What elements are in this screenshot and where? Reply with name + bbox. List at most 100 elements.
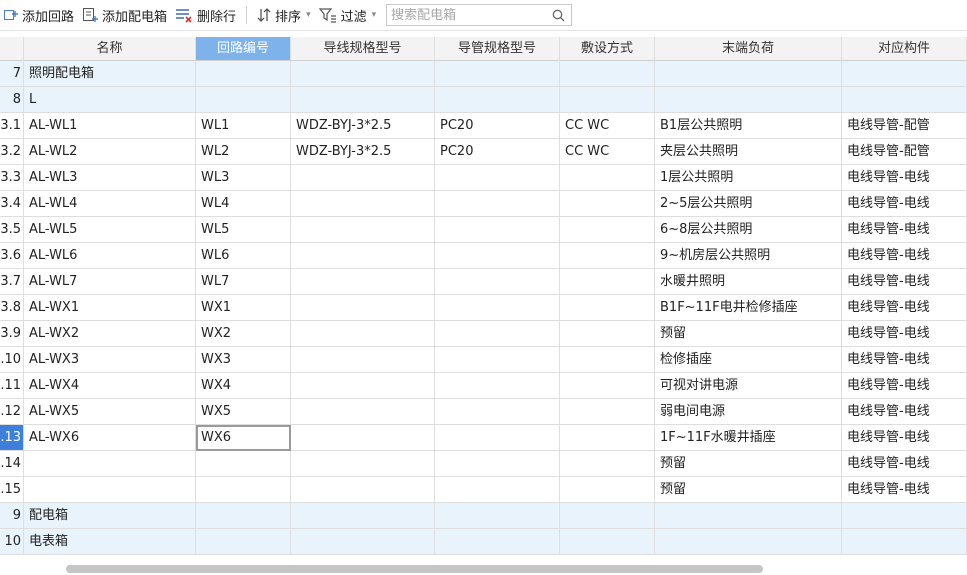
end-load-cell[interactable] [655,503,842,529]
component-cell[interactable]: 电线导管-电线 [842,399,967,425]
row-index[interactable]: .10 [0,347,24,373]
name-cell[interactable]: AL-WL1 [24,113,196,139]
row-index[interactable]: 3.8 [0,295,24,321]
column-header-end-load[interactable]: 末端负荷 [655,37,842,61]
component-cell[interactable]: 电线导管-电线 [842,191,967,217]
row-index[interactable]: .13 [0,425,24,451]
horizontal-scrollbar[interactable] [66,565,763,573]
conduit-spec-cell[interactable]: PC20 [435,139,560,165]
component-cell[interactable]: 电线导管-电线 [842,451,967,477]
delete-row-button[interactable]: 删除行 [171,3,240,27]
laying-cell[interactable]: CC WC [560,113,655,139]
add-circuit-button[interactable]: 添加回路 [0,3,78,27]
name-cell[interactable]: AL-WL5 [24,217,196,243]
laying-cell[interactable] [560,191,655,217]
component-cell[interactable] [842,503,967,529]
component-cell[interactable]: 电线导管-电线 [842,295,967,321]
conduit-spec-cell[interactable] [435,425,560,451]
wire-spec-cell[interactable] [291,321,435,347]
end-load-cell[interactable]: 弱电间电源 [655,399,842,425]
conduit-spec-cell[interactable] [435,451,560,477]
add-box-button[interactable]: 添加配电箱 [78,3,171,27]
group-row[interactable]: 7 照明配电箱 [0,61,967,87]
end-load-cell[interactable]: 预留 [655,451,842,477]
end-load-cell[interactable]: 9~机房层公共照明 [655,243,842,269]
circuit-no-cell[interactable]: WX6 [196,425,291,451]
laying-cell[interactable] [560,295,655,321]
row-index[interactable]: .14 [0,451,24,477]
group-row[interactable]: 8L [0,87,967,113]
name-cell[interactable]: 配电箱 [24,503,196,529]
row-index[interactable]: 3.7 [0,269,24,295]
wire-spec-cell[interactable] [291,503,435,529]
wire-spec-cell[interactable] [291,529,435,555]
filter-button[interactable]: 过滤 ▾ [315,3,381,27]
end-load-cell[interactable]: 检修插座 [655,347,842,373]
row-index[interactable]: .15 [0,477,24,503]
circuit-no-cell[interactable] [196,87,291,113]
table-row[interactable]: 3.1 AL-WL1 WL1 WDZ-BYJ-3*2.5 PC20 CC WC B1层公共照… [0,113,967,139]
laying-cell[interactable] [560,373,655,399]
laying-cell[interactable] [560,269,655,295]
conduit-spec-cell[interactable] [435,503,560,529]
circuit-no-cell[interactable] [196,477,291,503]
wire-spec-cell[interactable] [291,295,435,321]
component-cell[interactable]: 电线导管-电线 [842,269,967,295]
table-row[interactable]: 3.4 AL-WL4 WL4 2~5层公共照明 电线导管-电线 [0,191,967,217]
sort-button[interactable]: 排序 ▾ [253,3,315,27]
sort-dropdown-icon[interactable]: ▾ [306,10,311,20]
row-index[interactable]: 3.3 [0,165,24,191]
wire-spec-cell[interactable] [291,347,435,373]
wire-spec-cell[interactable] [291,61,435,87]
circuit-no-cell[interactable] [196,61,291,87]
end-load-cell[interactable]: 预留 [655,477,842,503]
wire-spec-cell[interactable] [291,451,435,477]
table-row[interactable]: .13 AL-WX6 WX6 1F~11F水暖井插座 电线导管-电线 [0,425,967,451]
laying-cell[interactable] [560,217,655,243]
end-load-cell[interactable] [655,87,842,113]
circuit-no-cell[interactable] [196,451,291,477]
name-cell[interactable]: AL-WX1 [24,295,196,321]
component-cell[interactable]: 电线导管-电线 [842,347,967,373]
row-index[interactable]: 3.9 [0,321,24,347]
component-cell[interactable]: 电线导管-电线 [842,477,967,503]
row-index[interactable]: 3.1 [0,113,24,139]
circuit-no-cell[interactable]: WL7 [196,269,291,295]
component-cell[interactable] [842,61,967,87]
laying-cell[interactable] [560,529,655,555]
end-load-cell[interactable]: 夹层公共照明 [655,139,842,165]
circuit-no-cell[interactable]: WX3 [196,347,291,373]
name-cell[interactable]: AL-WL6 [24,243,196,269]
row-index[interactable]: 3.4 [0,191,24,217]
search-icon[interactable] [552,9,565,22]
circuit-no-cell[interactable]: WL2 [196,139,291,165]
column-header-wire-spec[interactable]: 导线规格型号 [291,37,435,61]
laying-cell[interactable] [560,451,655,477]
conduit-spec-cell[interactable] [435,373,560,399]
end-load-cell[interactable]: B1F~11F电井检修插座 [655,295,842,321]
group-row[interactable]: 9 配电箱 [0,503,967,529]
wire-spec-cell[interactable]: WDZ-BYJ-3*2.5 [291,139,435,165]
laying-cell[interactable] [560,503,655,529]
name-cell[interactable]: AL-WL3 [24,165,196,191]
name-cell[interactable] [24,477,196,503]
table-row[interactable]: .10 AL-WX3 WX3 检修插座 电线导管-电线 [0,347,967,373]
row-index[interactable]: 3.6 [0,243,24,269]
wire-spec-cell[interactable] [291,373,435,399]
wire-spec-cell[interactable] [291,165,435,191]
conduit-spec-cell[interactable] [435,61,560,87]
wire-spec-cell[interactable] [291,477,435,503]
conduit-spec-cell[interactable]: PC20 [435,113,560,139]
conduit-spec-cell[interactable] [435,217,560,243]
conduit-spec-cell[interactable] [435,295,560,321]
name-cell[interactable]: AL-WL7 [24,269,196,295]
component-cell[interactable]: 电线导管-配管 [842,139,967,165]
laying-cell[interactable] [560,243,655,269]
row-index[interactable]: 3.5 [0,217,24,243]
end-load-cell[interactable]: 预留 [655,321,842,347]
table-row[interactable]: .15 预留 电线导管-电线 [0,477,967,503]
circuit-no-cell[interactable]: WL4 [196,191,291,217]
component-cell[interactable]: 电线导管-电线 [842,217,967,243]
circuit-no-cell[interactable]: WL6 [196,243,291,269]
wire-spec-cell[interactable] [291,217,435,243]
